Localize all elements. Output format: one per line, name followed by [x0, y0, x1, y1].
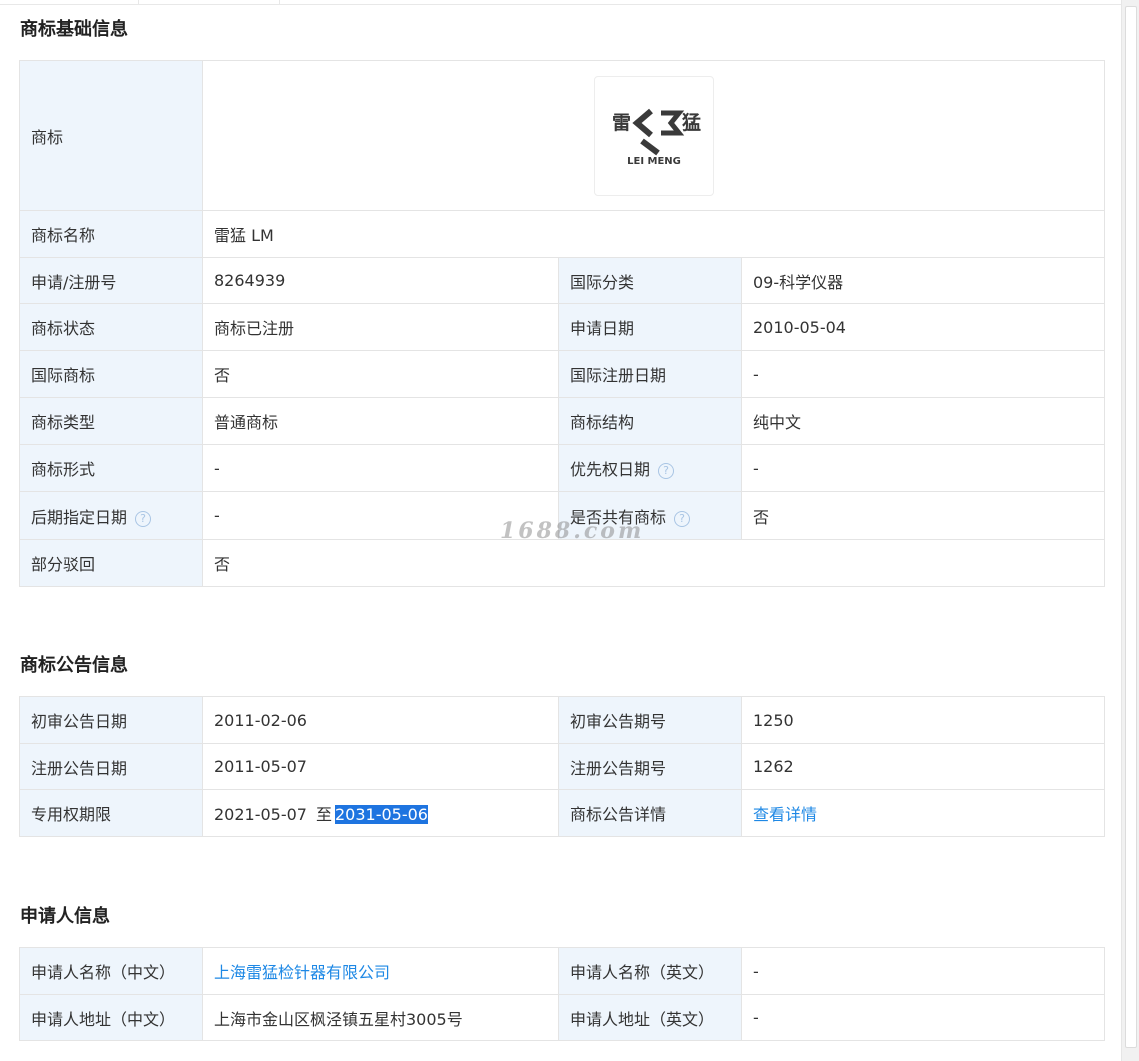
exclusive-period-end-selected[interactable]: 2031-05-06	[335, 805, 428, 824]
structure-value: 纯中文	[740, 397, 1106, 445]
priority-date-value: -	[740, 444, 1106, 492]
structure-label: 商标结构	[558, 397, 742, 445]
reg-issue-label: 注册公告期号	[558, 743, 742, 790]
trademark-image-cell: 雷 猛 LEI MENG	[201, 60, 1106, 211]
status-value: 商标已注册	[202, 303, 559, 351]
partial-reject-label: 部分驳回	[19, 539, 203, 587]
addr-en-label: 申请人地址（英文）	[558, 994, 742, 1041]
addr-en-value: -	[741, 994, 1105, 1041]
section-title-basic: 商标基础信息	[20, 19, 128, 40]
name-en-label: 申请人名称（英文）	[558, 947, 742, 995]
help-icon[interactable]: ?	[135, 510, 152, 527]
priority-date-label: 优先权日期	[570, 460, 651, 479]
type-value: 普通商标	[202, 397, 559, 445]
table-row: 商标名称 雷猛 LM	[19, 210, 1106, 258]
view-details-link[interactable]: 查看详情	[753, 805, 817, 824]
intl-class-value: 09-科学仪器	[740, 257, 1106, 304]
form-value: -	[202, 444, 559, 492]
shared-value: 否	[740, 491, 1106, 540]
prelim-date-label: 初审公告日期	[19, 696, 203, 744]
table-row: 商标 雷 猛 LEI MENG	[19, 60, 1106, 211]
table-row: 商标类型 普通商标 商标结构 纯中文	[19, 397, 1106, 445]
reg-date-value: 2011-05-07	[202, 743, 559, 790]
name-cn-label: 申请人名称（中文）	[19, 947, 203, 995]
priority-date-label-cell: 优先权日期?	[558, 444, 742, 492]
help-icon[interactable]: ?	[674, 510, 691, 527]
table-row: 申请/注册号 8264939 国际分类 09-科学仪器	[19, 257, 1106, 304]
detail-label: 商标公告详情	[558, 789, 742, 837]
name-value: 雷猛 LM	[201, 210, 1106, 258]
applicant-table: 申请人名称（中文） 上海雷猛检针器有限公司 申请人名称（英文） - 申请人地址（…	[19, 947, 1105, 1041]
partial-reject-value: 否	[201, 539, 1106, 587]
announcement-table: 初审公告日期 2011-02-06 初审公告期号 1250 注册公告日期 201…	[19, 696, 1105, 837]
applicant-company-link[interactable]: 上海雷猛检针器有限公司	[214, 963, 390, 982]
reg-date-label: 注册公告日期	[19, 743, 203, 790]
table-row: 申请人地址（中文） 上海市金山区枫泾镇五星村3005号 申请人地址（英文） -	[19, 994, 1105, 1041]
basic-info-table: 商标 雷 猛 LEI MENG 商标名称 雷猛 LM 申请/注册号 826493…	[19, 60, 1106, 587]
exclusive-period-start: 2021-05-07	[214, 805, 307, 824]
intl-reg-date-label: 国际注册日期	[558, 350, 742, 398]
intl-mark-label: 国际商标	[19, 350, 203, 398]
help-icon[interactable]: ?	[658, 463, 675, 479]
table-row: 专用权期限 2021-05-07 至 2031-05-06 商标公告详情 查看详情	[19, 789, 1105, 837]
reg-no-value: 8264939	[202, 257, 559, 304]
type-label: 商标类型	[19, 397, 203, 445]
later-designation-label-cell: 后期指定日期?	[19, 491, 203, 540]
reg-issue-value: 1262	[741, 743, 1105, 790]
exclusive-period-label: 专用权期限	[19, 789, 203, 837]
detail-value: 查看详情	[741, 789, 1105, 837]
apply-date-label: 申请日期	[558, 303, 742, 351]
form-label: 商标形式	[19, 444, 203, 492]
trademark-label: 商标	[19, 60, 203, 211]
intl-reg-date-value: -	[740, 350, 1106, 398]
addr-cn-value: 上海市金山区枫泾镇五星村3005号	[202, 994, 559, 1041]
status-label: 商标状态	[19, 303, 203, 351]
apply-date-value: 2010-05-04	[740, 303, 1106, 351]
scrollbar-thumb[interactable]	[1125, 6, 1137, 1048]
prelim-date-value: 2011-02-06	[202, 696, 559, 744]
table-row: 注册公告日期 2011-05-07 注册公告期号 1262	[19, 743, 1105, 790]
table-row: 商标形式 - 优先权日期? -	[19, 444, 1106, 492]
logo-char-right: 猛	[681, 111, 701, 134]
prelim-issue-value: 1250	[741, 696, 1105, 744]
table-row: 申请人名称（中文） 上海雷猛检针器有限公司 申请人名称（英文） -	[19, 947, 1105, 995]
trademark-logo-graphic: 雷 猛 LEI MENG	[612, 108, 701, 167]
table-row: 国际商标 否 国际注册日期 -	[19, 350, 1106, 398]
section-title-announcement: 商标公告信息	[20, 655, 128, 676]
later-designation-label: 后期指定日期	[31, 507, 128, 527]
name-cn-value: 上海雷猛检针器有限公司	[202, 947, 559, 995]
trademark-logo[interactable]: 雷 猛 LEI MENG	[593, 75, 714, 196]
logo-char-left: 雷	[612, 112, 631, 134]
watermark: 1688.com	[500, 518, 645, 544]
name-label: 商标名称	[19, 210, 203, 258]
intl-mark-value: 否	[202, 350, 559, 398]
top-tab-strip	[0, 0, 1121, 5]
vertical-scrollbar[interactable]	[1121, 0, 1139, 1061]
table-row: 部分驳回 否	[19, 539, 1106, 587]
exclusive-period-value: 2021-05-07 至 2031-05-06	[202, 789, 559, 837]
intl-class-label: 国际分类	[558, 257, 742, 304]
addr-cn-label: 申请人地址（中文）	[19, 994, 203, 1041]
name-en-value: -	[741, 947, 1105, 995]
table-row: 初审公告日期 2011-02-06 初审公告期号 1250	[19, 696, 1105, 744]
table-row: 商标状态 商标已注册 申请日期 2010-05-04	[19, 303, 1106, 351]
exclusive-period-separator: 至	[315, 805, 332, 824]
logo-subtitle: LEI MENG	[627, 156, 681, 167]
prelim-issue-label: 初审公告期号	[558, 696, 742, 744]
active-tab-edge[interactable]	[138, 0, 280, 4]
reg-no-label: 申请/注册号	[19, 257, 203, 304]
section-title-applicant: 申请人信息	[20, 906, 110, 927]
